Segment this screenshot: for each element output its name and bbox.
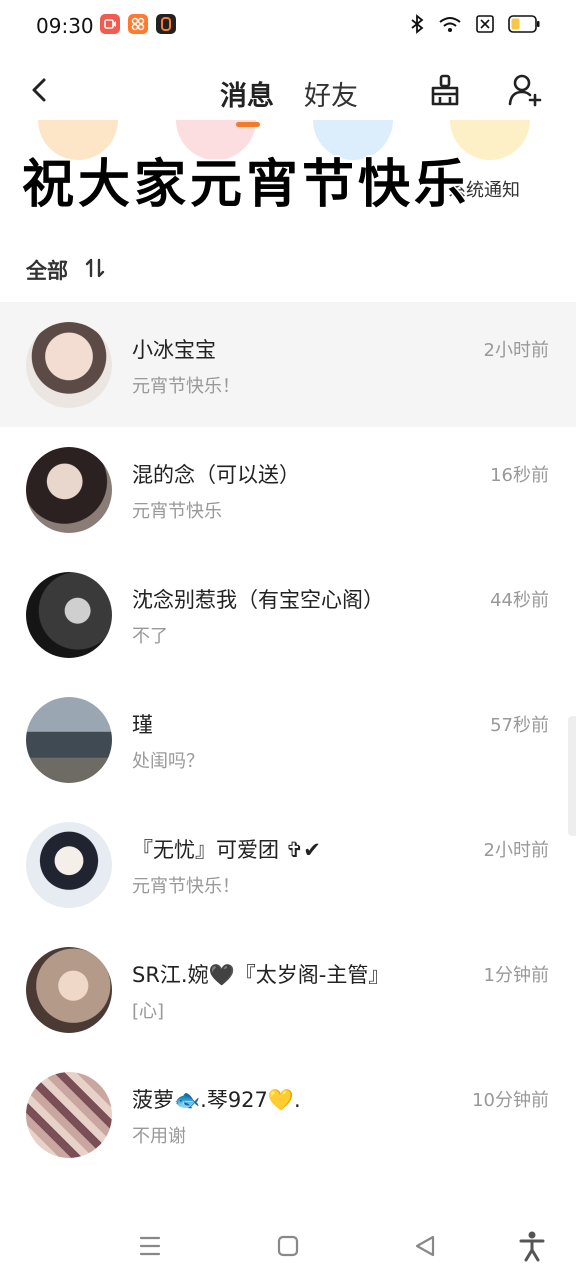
scroll-indicator[interactable]: [568, 716, 576, 836]
add-friend-icon[interactable]: [505, 70, 545, 110]
conversation-time: 16秒前: [490, 465, 549, 486]
conversation-name: SR江.婉🖤『太岁阁-主管』: [132, 963, 390, 987]
conversation-name: 混的念（可以送）: [132, 463, 300, 487]
avatar[interactable]: [26, 822, 112, 908]
sort-icon[interactable]: [84, 256, 106, 280]
conversation-preview: 不了: [132, 626, 168, 647]
conversation-preview: 元宵节快乐！: [132, 376, 240, 397]
conversation-row[interactable]: 混的念（可以送） 元宵节快乐 16秒前: [0, 427, 576, 552]
avatar[interactable]: [26, 447, 112, 533]
conversation-row[interactable]: 沈念别惹我（有宝空心阁） 不了 44秒前: [0, 552, 576, 677]
conversation-time: 2小时前: [483, 840, 549, 861]
video-app-icon: [100, 14, 120, 34]
conversation-name: 小冰宝宝: [132, 338, 216, 362]
battery-icon: [508, 15, 540, 33]
conversation-preview: 处闺吗？: [132, 751, 204, 772]
conversation-name: 菠萝🐟.琴927💛.: [132, 1088, 301, 1112]
system-nav-bar: [0, 1210, 576, 1280]
conversation-row[interactable]: SR江.婉🖤『太岁阁-主管』 [心] 1分钟前: [0, 927, 576, 1052]
avatar[interactable]: [26, 1072, 112, 1158]
conversation-time: 10分钟前: [472, 1090, 549, 1111]
broom-icon[interactable]: [425, 70, 465, 110]
conversation-row[interactable]: 小冰宝宝 元宵节快乐！ 2小时前: [0, 302, 576, 427]
conversation-row[interactable]: 菠萝🐟.琴927💛. 不用谢 10分钟前: [0, 1052, 576, 1177]
back-triangle-icon[interactable]: [405, 1226, 445, 1266]
home-square-icon[interactable]: [268, 1226, 308, 1266]
grid-app-icon: [128, 14, 148, 34]
avatar[interactable]: [26, 697, 112, 783]
overlay-caption: 祝大家元宵节快乐: [22, 154, 471, 215]
conversation-preview: 不用谢: [132, 1126, 186, 1147]
avatar[interactable]: [26, 947, 112, 1033]
conversation-list: 小冰宝宝 元宵节快乐！ 2小时前 混的念（可以送） 元宵节快乐 16秒前 沈念别…: [0, 302, 576, 1177]
conversation-name: 沈念别惹我（有宝空心阁）: [132, 588, 384, 612]
conversation-preview: [心]: [132, 1001, 165, 1022]
menu-icon[interactable]: [130, 1226, 170, 1266]
conversation-time: 44秒前: [490, 590, 549, 611]
back-icon[interactable]: [22, 70, 56, 110]
zero-app-icon: [156, 14, 176, 34]
conversation-time: 1分钟前: [483, 965, 549, 986]
accessibility-icon[interactable]: [512, 1226, 552, 1266]
conversation-row[interactable]: 『无忧』可爱团 ✞✔ 元宵节快乐！ 2小时前: [0, 802, 576, 927]
conversation-name: 『无忧』可爱团 ✞✔: [132, 838, 321, 862]
conversation-name: 瑾: [132, 713, 153, 737]
sim-x-icon: [476, 15, 494, 33]
bluetooth-icon: [411, 14, 424, 34]
conversation-preview: 元宵节快乐！: [132, 876, 240, 897]
tab-messages[interactable]: 消息: [220, 74, 274, 113]
tab-friends[interactable]: 好友: [304, 74, 358, 113]
conversation-row[interactable]: 瑾 处闺吗？ 57秒前: [0, 677, 576, 802]
avatar[interactable]: [26, 572, 112, 658]
conversation-time: 2小时前: [483, 340, 549, 361]
filter-all[interactable]: 全部: [26, 255, 68, 285]
conversation-time: 57秒前: [490, 715, 549, 736]
avatar[interactable]: [26, 322, 112, 408]
status-bar: 09:30: [0, 0, 576, 50]
unread-indicator: [236, 122, 260, 127]
conversation-preview: 元宵节快乐: [132, 501, 222, 522]
wifi-icon: [439, 17, 461, 32]
top-header: 消息 好友: [0, 60, 576, 120]
status-time: 09:30: [36, 14, 94, 38]
